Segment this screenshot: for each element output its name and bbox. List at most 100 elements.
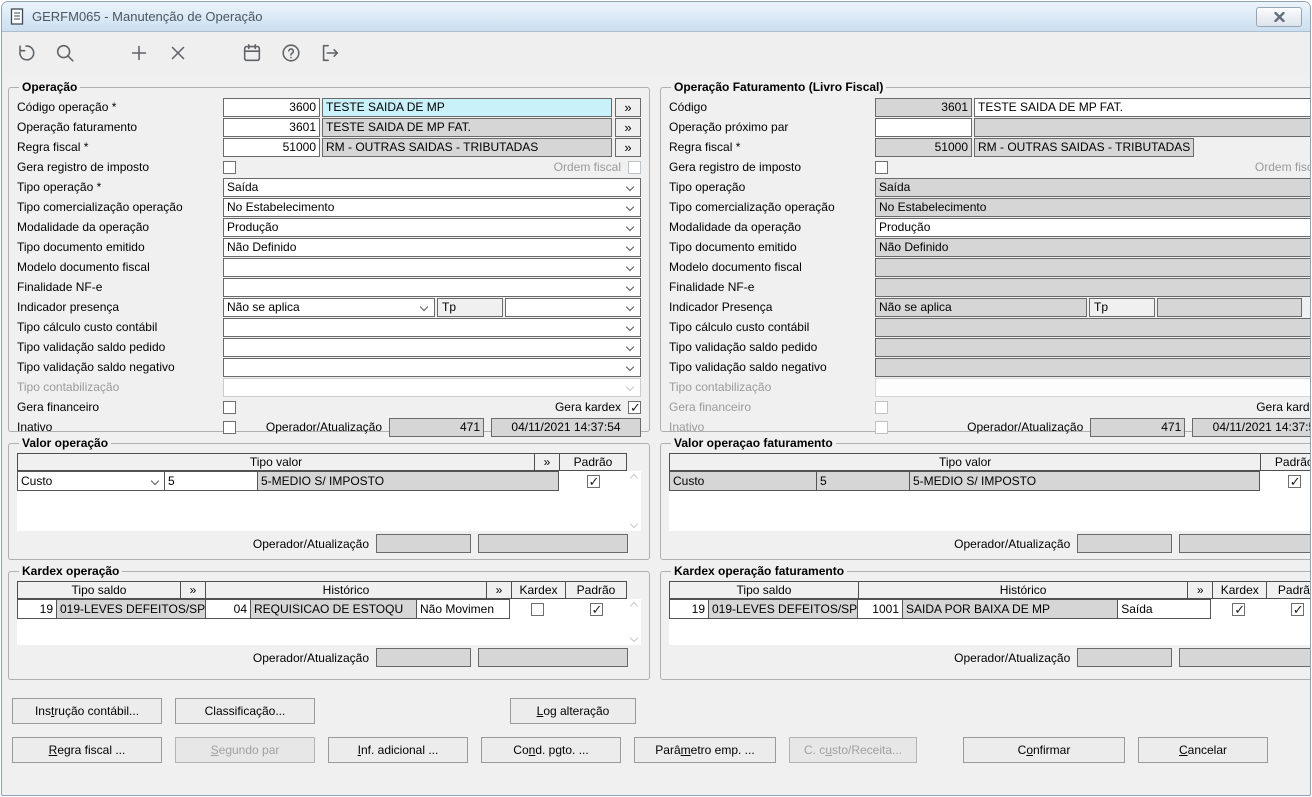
calendar-icon[interactable] — [240, 41, 264, 65]
scroll-up-icon[interactable] — [630, 602, 638, 610]
tipo-comercializacao-select[interactable]: No Estabelecimento — [223, 198, 641, 217]
column-header-more[interactable]: » — [180, 581, 206, 599]
codigo-desc[interactable]: TESTE SAIDA DE MP FAT. — [974, 98, 1311, 117]
saldo-codigo-cell[interactable]: 19 — [17, 599, 57, 619]
grid-body: 19 019-LEVES DEFEITOS/SP 04 REQUISICAO D… — [17, 599, 641, 645]
scroll-down-icon[interactable] — [630, 634, 638, 642]
column-header-kardex[interactable]: Kardex — [1212, 581, 1267, 599]
gera-registro-imposto-checkbox[interactable] — [875, 161, 888, 174]
vertical-scrollbar[interactable] — [627, 599, 641, 645]
column-header-tipo-valor[interactable]: Tipo valor — [669, 453, 1261, 471]
historico-codigo-cell[interactable]: 1001 — [857, 599, 903, 619]
finalidade-nfe-select[interactable] — [223, 278, 641, 297]
saldo-codigo-cell[interactable]: 19 — [669, 599, 709, 619]
operacao-faturamento-lookup-button[interactable]: » — [615, 118, 641, 137]
column-header-more[interactable]: » — [1187, 581, 1213, 599]
operacao-faturamento-label: Operação faturamento — [17, 120, 223, 134]
tipo-calculo-select[interactable] — [223, 318, 641, 337]
inf-adicional-button[interactable]: Inf. adicional ... — [328, 737, 468, 763]
modalidade-operacao-select[interactable]: Produção — [223, 218, 641, 237]
table-row[interactable]: Custo 5 5-MEDIO S/ IMPOSTO — [669, 471, 1311, 491]
historico-codigo-cell[interactable]: 04 — [205, 599, 251, 619]
inativo-label: Inativo — [17, 420, 223, 434]
exit-icon[interactable] — [318, 41, 342, 65]
table-row[interactable]: 19 019-LEVES DEFEITOS/SP 04 REQUISICAO D… — [17, 599, 627, 619]
column-header-tipo-valor[interactable]: Tipo valor — [17, 453, 535, 471]
tipo-operacao-select[interactable]: Saída — [223, 178, 641, 197]
table-row[interactable]: Custo 5 5-MEDIO S/ IMPOSTO — [17, 471, 627, 491]
close-button[interactable] — [1256, 7, 1302, 27]
valor-codigo-cell[interactable]: 5 — [164, 471, 258, 491]
padrao-checkbox[interactable] — [590, 603, 603, 616]
tipo-calculo-label: Tipo cálculo custo contábil — [669, 320, 875, 334]
modalidade-operacao-select[interactable]: Produção — [875, 218, 1311, 237]
codigo-operacao-lookup-button[interactable]: » — [615, 98, 641, 117]
operacao-proximo-par-input[interactable] — [875, 118, 972, 137]
field-row: Tipo cálculo custo contábil — [669, 317, 1311, 337]
column-header-padrao[interactable]: Padrão — [565, 581, 627, 599]
valor-tipo-select[interactable]: Custo — [17, 471, 165, 491]
parametro-emp-button[interactable]: Parâmetro emp. ... — [634, 737, 776, 763]
kardex-checkbox[interactable] — [531, 603, 544, 616]
inativo-label: Inativo — [669, 420, 875, 434]
regra-fiscal-input[interactable] — [223, 138, 320, 157]
regra-fiscal-lookup-button[interactable]: » — [615, 138, 641, 157]
codigo-operacao-input[interactable] — [223, 98, 320, 117]
column-header-more[interactable]: » — [534, 453, 560, 471]
undo-icon[interactable] — [14, 41, 38, 65]
field-row: Finalidade NF-e — [17, 277, 641, 297]
table-row[interactable]: 19 019-LEVES DEFEITOS/SP 1001 SAIDA POR … — [669, 599, 1311, 619]
grid-body: 19 019-LEVES DEFEITOS/SP 1001 SAIDA POR … — [669, 599, 1311, 645]
confirmar-button[interactable]: Confirmar — [963, 737, 1125, 763]
column-header-padrao[interactable]: Padrão — [559, 453, 627, 471]
chevron-down-icon — [626, 262, 634, 270]
validacao-saldo-negativo-select[interactable] — [223, 358, 641, 377]
field-row: Indicador Presença Não se aplica Tp DANF… — [669, 297, 1311, 317]
padrao-checkbox[interactable] — [1288, 475, 1301, 488]
delete-icon[interactable] — [166, 41, 190, 65]
cond-pgto-button[interactable]: Cond. pgto. ... — [481, 737, 621, 763]
faturamento-column: Operação Faturamento (Livro Fiscal) Códi… — [660, 80, 1311, 684]
add-icon[interactable] — [127, 41, 151, 65]
help-icon[interactable] — [279, 41, 303, 65]
operacao-column: Operação Código operação * TESTE SAIDA D… — [8, 80, 650, 684]
operacao-faturamento-input[interactable] — [223, 118, 320, 137]
vertical-scrollbar[interactable] — [627, 471, 641, 531]
valor-operacao-panel: Valor operação Tipo valor » Padrão Custo… — [8, 436, 650, 560]
gera-registro-imposto-checkbox[interactable] — [223, 161, 236, 174]
validacao-saldo-pedido-select[interactable] — [223, 338, 641, 357]
regra-fiscal-button[interactable]: Regra fiscal ... — [12, 737, 162, 763]
classificacao-button[interactable]: Classificação... — [175, 698, 315, 724]
gera-kardex-checkbox[interactable] — [628, 401, 641, 414]
kardex-checkbox[interactable] — [1232, 603, 1245, 616]
instrucao-contabil-button[interactable]: Instrução contábil... — [12, 698, 162, 724]
ordem-fiscal-label: Ordem fiscal — [554, 160, 621, 174]
gera-financeiro-checkbox[interactable] — [223, 401, 236, 414]
tipo-movimento-cell[interactable]: Não Movimen — [416, 599, 510, 619]
inativo-checkbox[interactable] — [223, 421, 236, 434]
column-header-padrao[interactable]: Padrão — [1266, 581, 1311, 599]
cancelar-button[interactable]: Cancelar — [1138, 737, 1268, 763]
padrao-checkbox[interactable] — [587, 475, 600, 488]
column-header-historico[interactable]: Histórico — [205, 581, 487, 599]
search-icon[interactable] — [53, 41, 77, 65]
c-custo-receita-button[interactable]: C. custo/Receita... — [789, 737, 917, 763]
indicador-presenca-select[interactable]: Não se aplica — [223, 298, 435, 317]
segundo-par-button[interactable]: Segundo par — [175, 737, 315, 763]
log-alteracao-button[interactable]: Log alteração — [510, 698, 636, 724]
scroll-up-icon[interactable] — [630, 474, 638, 482]
validacao-saldo-pedido-label: Tipo validação saldo pedido — [17, 340, 223, 354]
column-header-kardex[interactable]: Kardex — [511, 581, 566, 599]
column-header-more[interactable]: » — [486, 581, 512, 599]
column-header-padrao[interactable]: Padrão — [1260, 453, 1311, 471]
column-header-historico[interactable]: Histórico — [858, 581, 1188, 599]
padrao-checkbox[interactable] — [1291, 603, 1304, 616]
column-header-tipo-saldo[interactable]: Tipo saldo — [17, 581, 181, 599]
modelo-documento-select[interactable] — [223, 258, 641, 277]
column-header-tipo-saldo[interactable]: Tipo saldo — [669, 581, 859, 599]
tipo-documento-select[interactable]: Não Definido — [223, 238, 641, 257]
tipo-movimento-cell[interactable]: Saída — [1117, 599, 1211, 619]
tipo-operacao-field: Saída — [875, 178, 1311, 197]
scroll-down-icon[interactable] — [630, 520, 638, 528]
tp-danfe-select[interactable] — [505, 298, 641, 317]
